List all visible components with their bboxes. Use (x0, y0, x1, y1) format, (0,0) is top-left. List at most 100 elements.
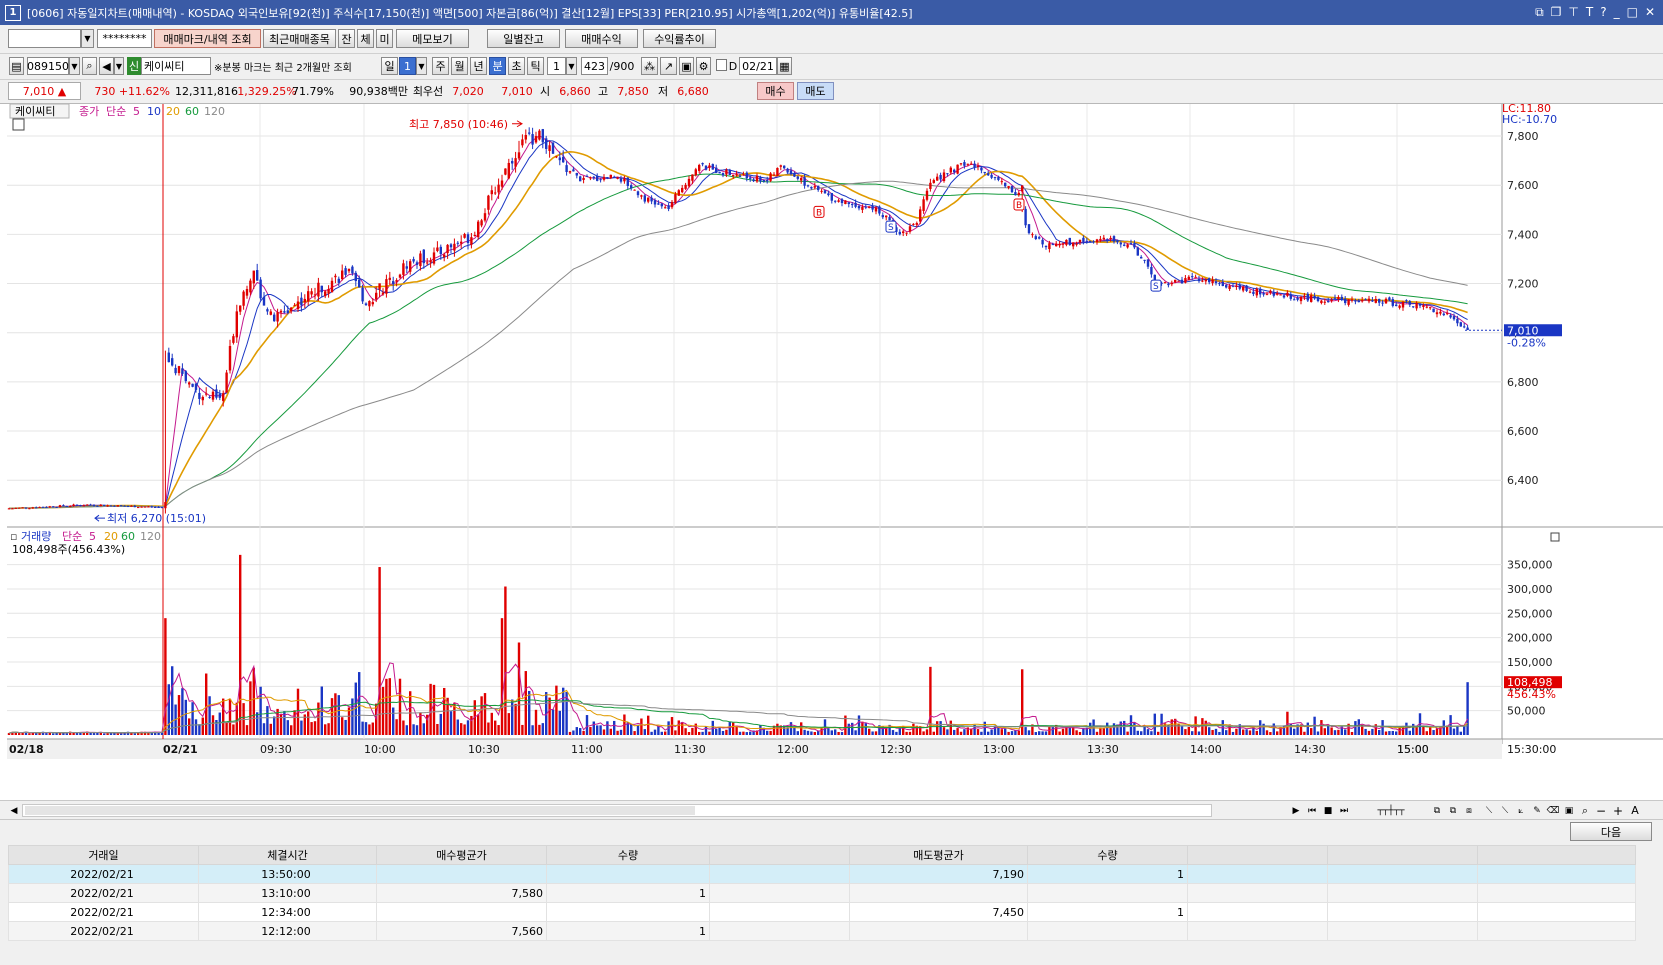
candle (585, 175, 589, 177)
stop-icon[interactable]: ■ (1321, 804, 1335, 817)
volume-tick-label: 200,000 (1507, 632, 1553, 645)
trend-tool-icon[interactable]: ⟍ (1482, 804, 1496, 817)
trade-row[interactable]: 2022/02/21 13:10:00 7,580 1 (8, 883, 1636, 903)
trade-row[interactable]: 2022/02/21 12:34:00 7,450 1 (8, 902, 1636, 922)
account-dropdown-icon[interactable]: ▼ (81, 29, 94, 48)
period-day-button[interactable]: 일 (381, 57, 398, 75)
bar-count-input[interactable]: 423 (581, 57, 608, 75)
period-tick-button[interactable]: 틱 (527, 57, 544, 75)
volume-bar (857, 715, 861, 735)
password-input[interactable]: ******** (97, 29, 152, 48)
search-icon[interactable]: ⌕ (82, 57, 97, 75)
executed-button[interactable]: 체 (357, 29, 374, 48)
price-panel-name[interactable]: 케이씨티 (15, 105, 55, 118)
zoom-in-icon[interactable]: + (1611, 804, 1625, 818)
unfilled-button[interactable]: 미 (376, 29, 393, 48)
stock-code-input[interactable]: 089150 (27, 57, 69, 75)
change-box: 730 +11.62% (85, 82, 170, 100)
erase-tool-icon[interactable]: ⌫ (1546, 804, 1560, 817)
link-icon[interactable]: ⧉ (1535, 5, 1544, 20)
sell-button[interactable]: 매도 (797, 82, 834, 100)
candle (1357, 300, 1360, 303)
font-icon[interactable]: T (1586, 5, 1593, 20)
time-tick-label: 10:30 (468, 743, 500, 756)
trade-mark-query-button[interactable]: 매매마크/내역 조회 (154, 29, 261, 48)
scroll-right-icon[interactable]: ▶ (1290, 804, 1302, 817)
date-input[interactable]: 02/21 (739, 57, 777, 75)
period-week-button[interactable]: 주 (432, 57, 449, 75)
buy-button[interactable]: 매수 (757, 82, 794, 100)
calendar-icon[interactable]: ▦ (777, 57, 792, 75)
scroll-thumb[interactable] (25, 806, 695, 815)
font-size-icon[interactable]: A (1628, 804, 1642, 817)
day-count-dropdown-icon[interactable]: ▼ (416, 57, 427, 75)
daily-balance-button[interactable]: 일별잔고 (487, 29, 560, 48)
period-year-button[interactable]: 년 (470, 57, 487, 75)
d-checkbox[interactable] (716, 59, 727, 71)
save-icon[interactable]: ▣ (679, 57, 694, 75)
period-minute-button[interactable]: 분 (489, 57, 506, 75)
volume-bar (1306, 722, 1309, 735)
gear-icon[interactable]: ⚙ (696, 57, 711, 75)
volume-bar (1429, 727, 1432, 735)
pin-icon[interactable]: ⊤ (1568, 5, 1578, 20)
chart-settings-icon[interactable]: ⁂ (641, 57, 658, 75)
grid-toggle-icon[interactable] (12, 118, 25, 131)
turnover-ratio: 71.79% (292, 84, 334, 98)
minimize-icon[interactable]: _ (1614, 5, 1620, 20)
candle (1279, 294, 1282, 296)
draw-tool-icon[interactable]: ↗ (660, 57, 677, 75)
speaker-icon[interactable]: ◀ (99, 57, 114, 75)
zoom-out-icon[interactable]: − (1594, 804, 1608, 818)
maximize-icon[interactable]: □ (1627, 5, 1638, 20)
overlay-icon[interactable]: ⧉ (1446, 804, 1460, 817)
candle (1119, 242, 1122, 245)
candle (28, 508, 31, 510)
panel-collapse-icon[interactable] (1550, 532, 1560, 542)
next-button[interactable]: 다음 (1570, 822, 1652, 841)
zoom-slider[interactable]: ┬┬┼┬┬ (1356, 804, 1426, 817)
volume-bar (436, 723, 439, 735)
copy-icon[interactable]: ❐ (1551, 5, 1562, 20)
candle (1466, 327, 1469, 331)
balance-button[interactable]: 잔 (338, 29, 355, 48)
last-page-icon[interactable]: ⏭ (1337, 804, 1351, 817)
volume-bar (813, 731, 816, 735)
code-dropdown-icon[interactable]: ▼ (69, 57, 80, 75)
first-page-icon[interactable]: ⏮ (1305, 804, 1319, 817)
stack-icon[interactable]: ⧈ (1462, 804, 1476, 817)
candle (463, 234, 466, 238)
layout-icon[interactable]: ▤ (9, 57, 24, 75)
interval-input[interactable]: 1 (547, 57, 566, 75)
recent-trades-button[interactable]: 최근매매종목 (263, 29, 336, 48)
profit-trend-button[interactable]: 수익률추이 (643, 29, 716, 48)
trade-row[interactable]: 2022/02/21 12:12:00 7,560 1 (8, 921, 1636, 941)
volume-bar (494, 720, 497, 735)
period-second-button[interactable]: 초 (508, 57, 525, 75)
period-month-button[interactable]: 월 (451, 57, 468, 75)
chart-area[interactable]: 7,8007,6007,4007,2007,0006,8006,6006,400… (7, 104, 1663, 759)
interval-dropdown-icon[interactable]: ▼ (566, 57, 577, 75)
close-icon[interactable]: ✕ (1645, 5, 1655, 20)
line-tool-icon[interactable]: ⟍ (1498, 804, 1512, 817)
zoom-icon[interactable]: ⌕ (1578, 804, 1592, 817)
brush-tool-icon[interactable]: ✎ (1530, 804, 1544, 817)
account-input[interactable] (8, 29, 81, 48)
day-count-select[interactable]: 1 (399, 57, 416, 75)
angle-tool-icon[interactable]: ⟀ (1514, 804, 1528, 817)
volume-bar (191, 702, 194, 735)
trade-row[interactable]: 2022/02/21 13:50:00 7,190 1 (8, 864, 1636, 884)
capture-icon[interactable]: ▣ (1562, 804, 1576, 817)
memo-button[interactable]: 메모보기 (396, 29, 469, 48)
trade-profit-button[interactable]: 매매수익 (565, 29, 638, 48)
candle (75, 504, 79, 506)
help-icon[interactable]: ? (1600, 5, 1606, 20)
candle (1408, 301, 1411, 305)
stock-name-field[interactable]: 케이씨티 (141, 57, 211, 75)
speaker-dropdown-icon[interactable]: ▼ (114, 57, 124, 75)
split-view-icon[interactable]: ⧉ (1430, 804, 1444, 817)
candle (551, 142, 555, 154)
volume-bar (205, 673, 208, 735)
volume-bar (239, 554, 242, 735)
scroll-left-icon[interactable]: ◀ (8, 804, 20, 817)
